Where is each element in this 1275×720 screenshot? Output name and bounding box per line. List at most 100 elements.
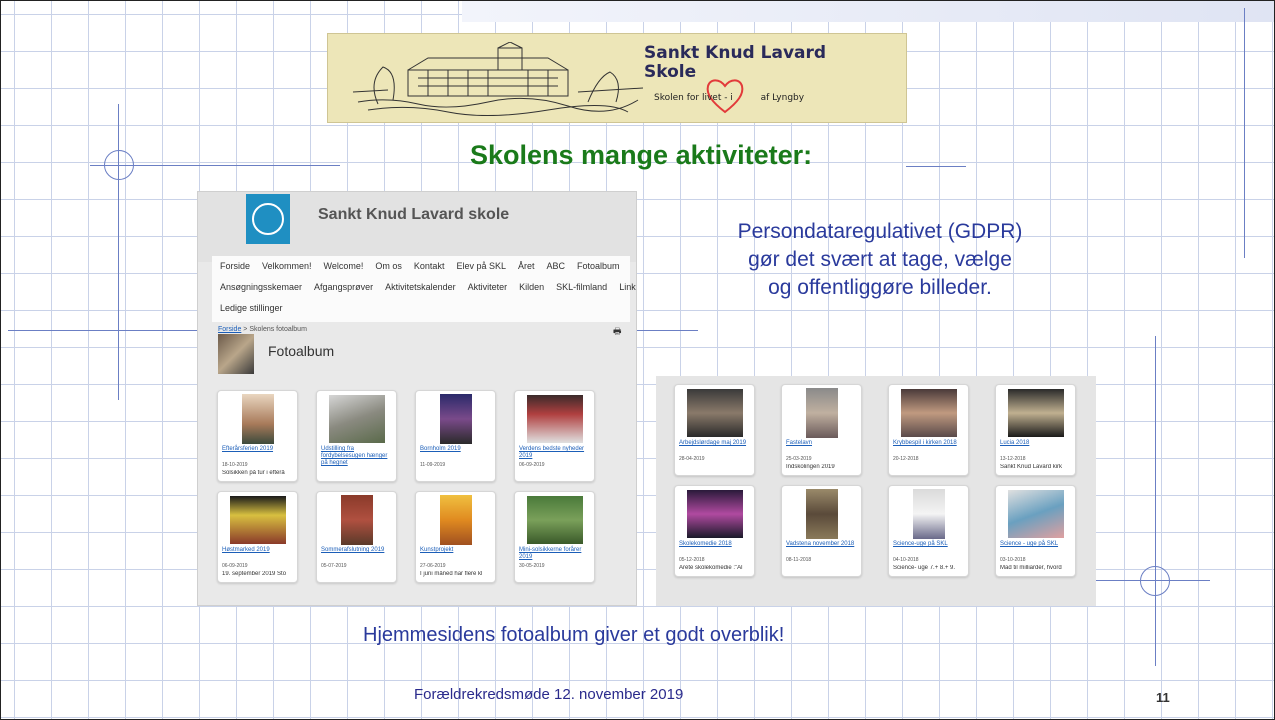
- album-photo: [912, 489, 945, 539]
- album-card[interactable]: Science - uge på SKL 03-10-2018 Mad til …: [995, 485, 1076, 577]
- album-card-desc: Science- uge 7.+ 8.+ 9.: [893, 565, 956, 571]
- album-photo: [686, 389, 743, 437]
- gdpr-line: gør det svært at tage, vælge: [748, 248, 1012, 271]
- album-card-date: 06-09-2019: [519, 462, 545, 468]
- nav-item[interactable]: Velkommen!: [262, 261, 312, 271]
- nav-item[interactable]: Fotoalbum: [577, 261, 620, 271]
- nav-item[interactable]: Elev på SKL: [456, 261, 506, 271]
- album-card[interactable]: Udstilling fra fordybelsesugen hænger på…: [316, 390, 397, 482]
- logo-tagline-start: Skolen for livet - i: [654, 93, 733, 103]
- album-card[interactable]: Vadstena november 2018 08-11-2018: [781, 485, 862, 577]
- nav-item[interactable]: Forside: [220, 261, 250, 271]
- nav-item[interactable]: Aktivitetskalender: [385, 282, 456, 292]
- album-card[interactable]: Sommerafslutning 2019 05-07-2019: [316, 491, 397, 583]
- nav-item[interactable]: SKL-filmland: [556, 282, 607, 292]
- school-logo-banner: Sankt Knud Lavard Skole Skolen for livet…: [327, 33, 907, 123]
- album-card-date: 20-12-2018: [893, 456, 919, 462]
- album-photo: [340, 495, 373, 545]
- nav-item[interactable]: Ledige stillinger: [220, 303, 283, 313]
- nav-item[interactable]: Afgangsprøver: [314, 282, 373, 292]
- album-photo: [805, 388, 838, 438]
- album-photo: [1007, 389, 1064, 437]
- album-photo: [526, 496, 583, 544]
- gdpr-text: Persondataregulativet (GDPR) gør det svæ…: [680, 218, 1080, 302]
- site-logo-icon: [246, 194, 290, 244]
- album-card[interactable]: Science-uge på SKL 04-10-2018 Science- u…: [888, 485, 969, 577]
- album-photo: [439, 495, 472, 545]
- album-card-title[interactable]: Science-uge på SKL: [893, 541, 965, 548]
- album-card-title[interactable]: Høstmarked 2019: [222, 547, 294, 554]
- album-card-desc: 19. september 2019 Sto: [222, 571, 287, 577]
- album-photo: [229, 496, 286, 544]
- nav-item[interactable]: ABC: [547, 261, 566, 271]
- album-card[interactable]: Kunstprojekt 27-06-2019 I juni måned har…: [415, 491, 496, 583]
- album-card-desc: Mad til milliarder, hvord: [1000, 565, 1062, 571]
- site-nav: Forside Velkommen! Welcome! Om os Kontak…: [212, 256, 636, 322]
- album-card-date: 03-10-2018: [1000, 557, 1026, 563]
- album-photo: [439, 394, 472, 444]
- album-card-title[interactable]: Efterårsferien 2019: [222, 446, 294, 453]
- album-card-date: 05-07-2019: [321, 563, 347, 569]
- album-card[interactable]: Skolekomedie 2018 05-12-2018 Årete skole…: [674, 485, 755, 577]
- logo-line1: Sankt Knud Lavard: [644, 43, 827, 63]
- album-card-date: 18-10-2019: [222, 462, 248, 468]
- album-card-title[interactable]: Bornholm 2019: [420, 446, 492, 453]
- nav-item[interactable]: Kontakt: [414, 261, 445, 271]
- nav-item[interactable]: Aktiviteter: [468, 282, 508, 292]
- website-screenshot-left: Sankt Knud Lavard skole Forside Velkomme…: [197, 191, 637, 606]
- deco-line: [906, 166, 966, 167]
- album-card[interactable]: Lucia 2018 13-12-2018 Sankt Knud Lavard …: [995, 384, 1076, 476]
- album-card-title[interactable]: Lucia 2018: [1000, 440, 1072, 447]
- album-card-date: 08-11-2018: [786, 557, 812, 563]
- album-card-desc: I juni måned har flere kl: [420, 571, 483, 577]
- website-screenshot-right: Arbejdslørdage maj 2019 28-04-2019 Faste…: [656, 376, 1096, 606]
- breadcrumb-current: > Skolens fotoalbum: [241, 326, 307, 333]
- school-building-illustration: [352, 42, 644, 116]
- slide: Sankt Knud Lavard Skole Skolen for livet…: [0, 0, 1275, 720]
- album-card-date: 27-06-2019: [420, 563, 446, 569]
- album-card[interactable]: Mini-solsikkerne forårer 2019 30-05-2019: [514, 491, 595, 583]
- album-card-date: 25-03-2019: [786, 456, 812, 462]
- album-card[interactable]: Krybbespil i kirken 2018 20-12-2018: [888, 384, 969, 476]
- album-card[interactable]: Fastelavn 25-03-2019 Indskolingen 2019: [781, 384, 862, 476]
- album-card-title[interactable]: Mini-solsikkerne forårer 2019: [519, 547, 591, 561]
- album-card-title[interactable]: Verdens bedste nyheder 2019: [519, 446, 591, 460]
- album-card[interactable]: Arbejdslørdage maj 2019 28-04-2019: [674, 384, 755, 476]
- nav-item[interactable]: Links: [619, 282, 636, 292]
- album-card[interactable]: Bornholm 2019 11-09-2019: [415, 390, 496, 482]
- album-card-title[interactable]: Vadstena november 2018: [786, 541, 858, 548]
- album-card-title[interactable]: Krybbespil i kirken 2018: [893, 440, 965, 447]
- nav-item[interactable]: Welcome!: [324, 261, 364, 271]
- nav-item[interactable]: Ansøgningsskemaer: [220, 282, 302, 292]
- deco-ring: [1140, 566, 1170, 596]
- deco-line: [118, 104, 119, 400]
- album-card-title[interactable]: Arbejdslørdage maj 2019: [679, 440, 751, 447]
- slide-footer: Forældrekredsmøde 12. november 2019: [414, 686, 684, 703]
- breadcrumb-home-link[interactable]: Forside: [218, 326, 241, 333]
- slide-caption: Hjemmesidens fotoalbum giver et godt ove…: [363, 624, 785, 646]
- album-card[interactable]: Høstmarked 2019 06-09-2019 19. september…: [217, 491, 298, 583]
- album-card-title[interactable]: Kunstprojekt: [420, 547, 492, 554]
- album-header: Fotoalbum: [218, 334, 618, 374]
- deco-ring: [104, 150, 134, 180]
- nav-row-3: Ledige stillinger: [220, 303, 283, 313]
- album-card-date: 13-12-2018: [1000, 456, 1026, 462]
- deco-line: [1155, 336, 1156, 666]
- nav-row-1: Forside Velkommen! Welcome! Om os Kontak…: [220, 261, 620, 271]
- gdpr-line: og offentliggøre billeder.: [768, 276, 992, 299]
- deco-line: [1244, 8, 1245, 258]
- album-card-desc: Solsikken på tur i efterå: [222, 470, 285, 476]
- nav-item[interactable]: Om os: [375, 261, 402, 271]
- album-grid-left: Efterårsferien 2019 18-10-2019 Solsikken…: [217, 390, 595, 583]
- album-card[interactable]: Efterårsferien 2019 18-10-2019 Solsikken…: [217, 390, 298, 482]
- album-card-title[interactable]: Science - uge på SKL: [1000, 541, 1072, 548]
- album-card-title[interactable]: Sommerafslutning 2019: [321, 547, 393, 554]
- nav-item[interactable]: Året: [518, 261, 535, 271]
- album-card-date: 30-05-2019: [519, 563, 545, 569]
- album-card-title[interactable]: Udstilling fra fordybelsesugen hænger på…: [321, 446, 393, 467]
- album-card-title[interactable]: Fastelavn: [786, 440, 858, 447]
- logo-tagline: Skolen for livet - i af Lyngby: [654, 93, 804, 103]
- nav-item[interactable]: Kilden: [519, 282, 544, 292]
- album-card[interactable]: Verdens bedste nyheder 2019 06-09-2019: [514, 390, 595, 482]
- album-card-title[interactable]: Skolekomedie 2018: [679, 541, 751, 548]
